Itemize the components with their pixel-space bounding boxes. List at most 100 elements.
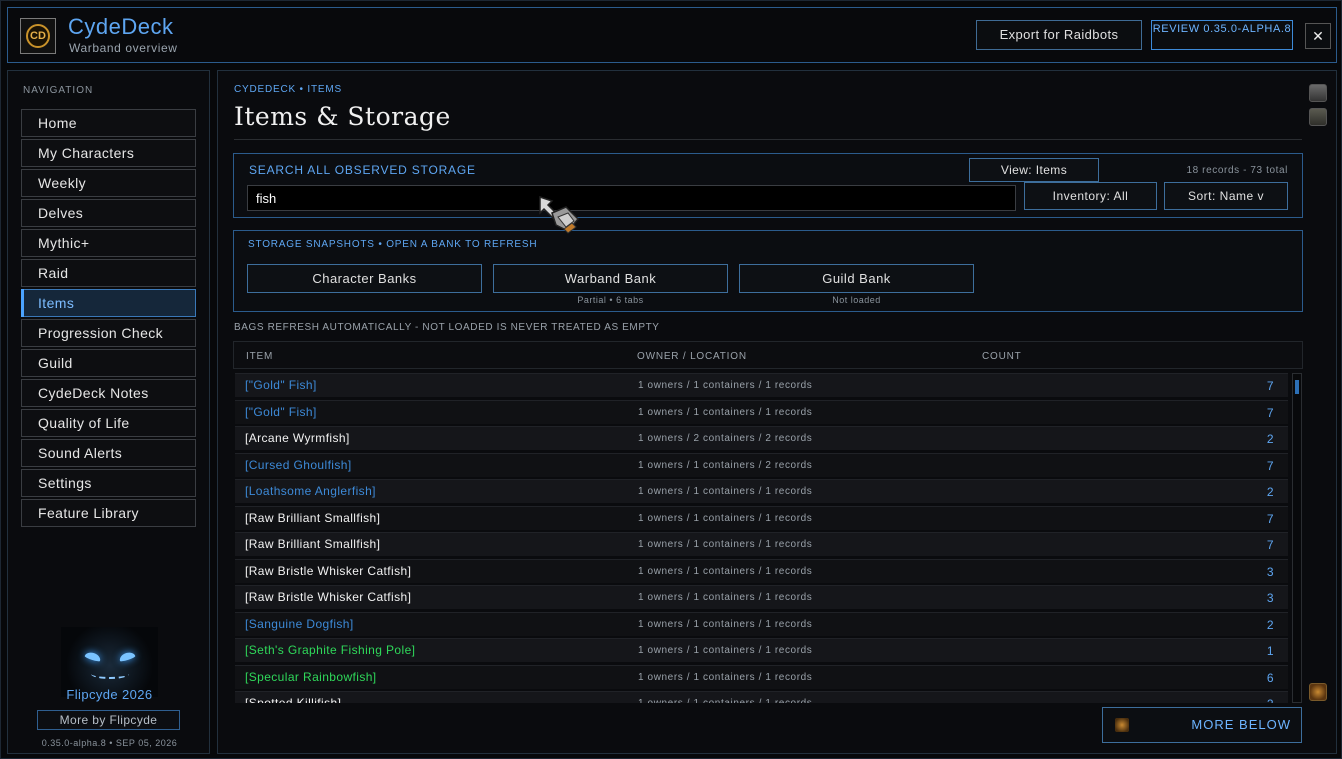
item-count: 2 bbox=[1267, 697, 1274, 703]
sidebar-item-raid[interactable]: Raid bbox=[21, 259, 196, 287]
search-label: SEARCH ALL OBSERVED STORAGE bbox=[249, 163, 476, 177]
table-header: ITEM OWNER / LOCATION COUNT bbox=[233, 341, 1303, 369]
item-name[interactable]: [Specular Rainbowfish] bbox=[245, 670, 377, 684]
search-input[interactable] bbox=[247, 185, 1016, 211]
avatar-eye-right bbox=[118, 650, 136, 663]
app-logo: CD bbox=[20, 18, 56, 54]
app-title: CydeDeck bbox=[68, 14, 174, 39]
table-row[interactable]: [Raw Bristle Whisker Catfish] 1 owners / … bbox=[235, 558, 1288, 583]
item-name[interactable]: [Raw Bristle Whisker Catfish] bbox=[245, 564, 411, 578]
record-stats: 18 records - 73 total bbox=[1186, 165, 1288, 176]
view-toggle-button[interactable]: View: Items bbox=[969, 158, 1099, 182]
sidebar-item-settings[interactable]: Settings bbox=[21, 469, 196, 497]
item-name[interactable]: ["Gold" Fish] bbox=[245, 405, 317, 419]
export-raidbots-button[interactable]: Export for Raidbots bbox=[976, 20, 1142, 50]
item-owner-location: 1 owners / 1 containers / 1 records bbox=[638, 486, 813, 497]
sidebar-item-my-characters[interactable]: My Characters bbox=[21, 139, 196, 167]
main-panel: CYDEDECK • ITEMS Items & Storage SEARCH … bbox=[217, 70, 1337, 754]
item-owner-location: 1 owners / 1 containers / 1 records bbox=[638, 539, 813, 550]
item-name[interactable]: [Raw Bristle Whisker Catfish] bbox=[245, 590, 411, 604]
guild-bank-button[interactable]: Guild Bank bbox=[739, 264, 974, 293]
column-item[interactable]: ITEM bbox=[246, 351, 273, 362]
table-row[interactable]: [Raw Brilliant Smallfish] 1 owners / 1 co… bbox=[235, 505, 1288, 530]
item-name[interactable]: [Loathsome Anglerfish] bbox=[245, 484, 376, 498]
table-row[interactable]: [Sanguine Dogfish] 1 owners / 1 container… bbox=[235, 611, 1288, 636]
item-name[interactable]: [Raw Brilliant Smallfish] bbox=[245, 511, 380, 525]
table-row[interactable]: [Raw Brilliant Smallfish] 1 owners / 1 co… bbox=[235, 532, 1288, 556]
sidebar-item-progression-check[interactable]: Progression Check bbox=[21, 319, 196, 347]
item-name[interactable]: ["Gold" Fish] bbox=[245, 378, 317, 392]
item-count: 7 bbox=[1266, 458, 1274, 473]
more-by-author-button[interactable]: More by Flipcyde bbox=[37, 710, 180, 730]
warband-bank-status: Partial • 6 tabs bbox=[577, 295, 644, 305]
column-count[interactable]: COUNT bbox=[982, 351, 1022, 362]
column-owner[interactable]: OWNER / LOCATION bbox=[637, 351, 747, 362]
scroll-up-icon[interactable] bbox=[1309, 84, 1327, 102]
item-owner-location: 1 owners / 1 containers / 1 records bbox=[638, 512, 813, 524]
character-banks-button[interactable]: Character Banks bbox=[247, 264, 482, 293]
item-count: 2 bbox=[1266, 432, 1274, 446]
item-count: 7 bbox=[1266, 511, 1274, 526]
chest-icon bbox=[1115, 718, 1129, 732]
item-name[interactable]: [Arcane Wyrmfish] bbox=[245, 431, 350, 445]
sidebar-item-weekly[interactable]: Weekly bbox=[21, 169, 196, 197]
table-row[interactable]: [Loathsome Anglerfish] 1 owners / 1 conta… bbox=[235, 479, 1288, 503]
close-icon: ✕ bbox=[1312, 28, 1324, 44]
table-row[interactable]: [Arcane Wyrmfish] 1 owners / 2 containers… bbox=[235, 426, 1288, 450]
item-count: 7 bbox=[1266, 379, 1274, 393]
more-below-label: MORE BELOW bbox=[1191, 717, 1291, 732]
inventory-filter-button[interactable]: Inventory: All bbox=[1024, 182, 1157, 210]
avatar-mouth bbox=[91, 669, 129, 679]
item-name[interactable]: [Seth's Graphite Fishing Pole] bbox=[245, 643, 415, 657]
search-panel: SEARCH ALL OBSERVED STORAGE View: Items … bbox=[233, 153, 1303, 218]
storage-snapshots-panel: STORAGE SNAPSHOTS • OPEN A BANK TO REFRE… bbox=[233, 230, 1303, 312]
table-row[interactable]: [Cursed Ghoulfish] 1 owners / 1 container… bbox=[235, 452, 1288, 477]
version-line: 0.35.0-alpha.8 • SEP 05, 2026 bbox=[41, 738, 178, 748]
table-row[interactable]: [Seth's Graphite Fishing Pole] 1 owners /… bbox=[235, 638, 1288, 662]
item-name[interactable]: [Raw Brilliant Smallfish] bbox=[245, 537, 380, 551]
table-row[interactable]: ["Gold" Fish] 1 owners / 1 containers / 1… bbox=[235, 373, 1288, 397]
sidebar-item-sound-alerts[interactable]: Sound Alerts bbox=[21, 439, 196, 467]
table-row[interactable]: ["Gold" Fish] 1 owners / 1 containers / 1… bbox=[235, 399, 1288, 424]
sidebar-item-cydedeck-notes[interactable]: CydeDeck Notes bbox=[21, 379, 196, 407]
table-row[interactable]: [Spotted Killifish] 1 owners / 1 containe… bbox=[235, 691, 1288, 703]
table-scrollbar[interactable] bbox=[1292, 373, 1302, 703]
item-owner-location: 1 owners / 2 containers / 2 records bbox=[638, 433, 813, 444]
item-name[interactable]: [Cursed Ghoulfish] bbox=[245, 458, 352, 472]
scroll-bottom-icon[interactable] bbox=[1309, 683, 1327, 701]
item-name[interactable]: [Spotted Killifish] bbox=[245, 696, 341, 703]
sidebar-item-quality-of-life[interactable]: Quality of Life bbox=[21, 409, 196, 437]
nav-list: Home My Characters Weekly Delves Mythic+ Raid… bbox=[21, 109, 196, 529]
item-count: 7 bbox=[1266, 538, 1274, 552]
scroll-thumb[interactable] bbox=[1295, 380, 1299, 394]
review-version-button[interactable]: REVIEW 0.35.0-ALPHA.8 bbox=[1151, 20, 1293, 50]
sidebar-item-mythic[interactable]: Mythic+ bbox=[21, 229, 196, 257]
sidebar-item-guild[interactable]: Guild bbox=[21, 349, 196, 377]
warband-bank-button[interactable]: Warband Bank bbox=[493, 264, 728, 293]
table-row[interactable]: [Raw Bristle Whisker Catfish] 1 owners / … bbox=[235, 585, 1288, 609]
item-name[interactable]: [Sanguine Dogfish] bbox=[245, 617, 354, 631]
item-owner-location: 1 owners / 1 containers / 1 records bbox=[638, 698, 812, 703]
item-count: 7 bbox=[1266, 405, 1274, 420]
scroll-track-icon[interactable] bbox=[1309, 108, 1327, 126]
sidebar-item-feature-library[interactable]: Feature Library bbox=[21, 499, 196, 527]
page-title: Items & Storage bbox=[234, 102, 451, 131]
item-owner-location: 1 owners / 1 containers / 1 records bbox=[638, 645, 813, 656]
table-row[interactable]: [Specular Rainbowfish] 1 owners / 1 conta… bbox=[235, 664, 1288, 689]
sort-button[interactable]: Sort: Name v bbox=[1164, 182, 1288, 210]
item-count: 3 bbox=[1266, 591, 1274, 605]
gauntlet-cursor-icon bbox=[539, 195, 580, 234]
item-owner-location: 1 owners / 1 containers / 1 records bbox=[638, 592, 813, 603]
item-owner-location: 1 owners / 1 containers / 1 records bbox=[638, 380, 813, 391]
item-count: 2 bbox=[1266, 617, 1274, 632]
guild-bank-status: Not loaded bbox=[832, 295, 881, 305]
item-count: 6 bbox=[1266, 670, 1274, 685]
sidebar-item-home[interactable]: Home bbox=[21, 109, 196, 137]
title-divider bbox=[234, 139, 1302, 140]
item-owner-location: 1 owners / 1 containers / 1 records bbox=[638, 565, 813, 577]
more-below-button[interactable]: MORE BELOW bbox=[1102, 707, 1302, 743]
sidebar-item-delves[interactable]: Delves bbox=[21, 199, 196, 227]
item-owner-location: 1 owners / 1 containers / 2 records bbox=[638, 459, 813, 471]
close-button[interactable]: ✕ bbox=[1305, 23, 1331, 49]
sidebar-item-items[interactable]: Items bbox=[21, 289, 196, 317]
